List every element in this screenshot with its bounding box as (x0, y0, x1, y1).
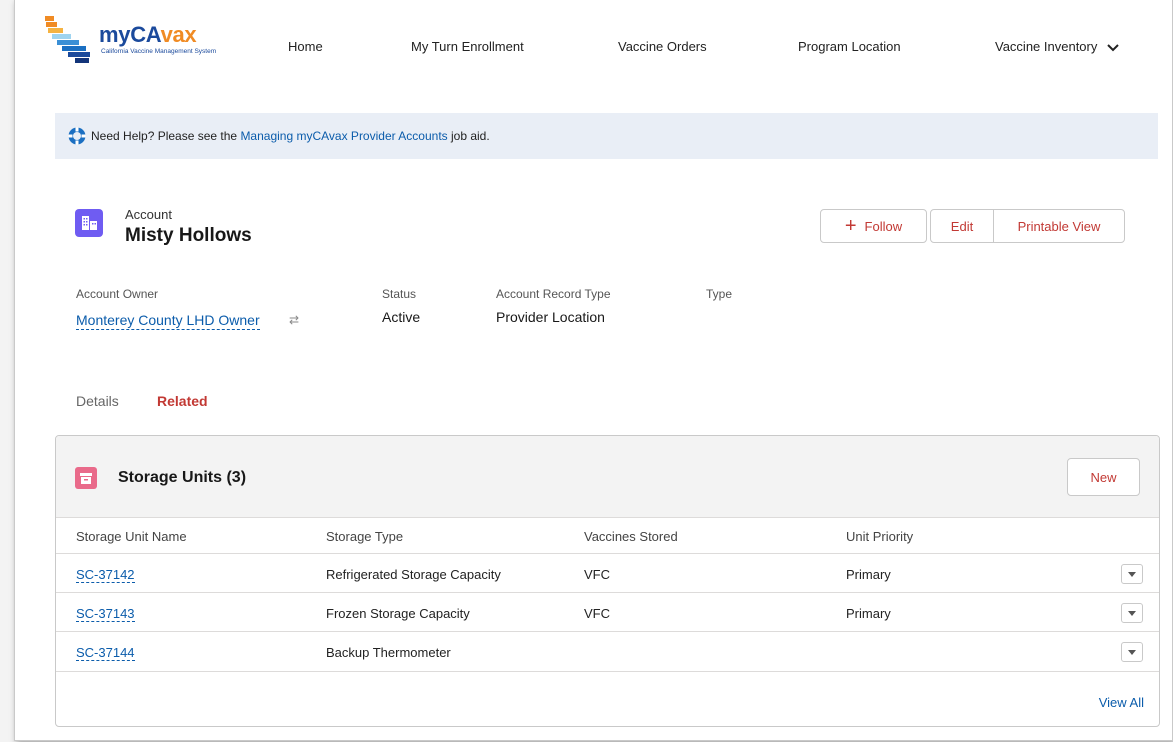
vaccines-stored-cell: VFC (584, 606, 610, 621)
vaccines-stored-cell: VFC (584, 567, 610, 582)
tab-details[interactable]: Details (76, 393, 119, 409)
storage-type-cell: Refrigerated Storage Capacity (326, 567, 501, 582)
plus-icon: + (844, 215, 857, 237)
help-text-suffix: job aid. (447, 129, 490, 143)
nav-my-turn-enrollment[interactable]: My Turn Enrollment (411, 39, 524, 54)
logo-wordmark: myCAvax (99, 22, 197, 47)
unit-priority-cell: Primary (846, 606, 891, 621)
app-window: myCAvax California Vaccine Management Sy… (14, 0, 1173, 741)
lifebuoy-icon (68, 127, 86, 145)
column-header-name[interactable]: Storage Unit Name (76, 529, 187, 544)
nav-home[interactable]: Home (288, 39, 323, 54)
unit-priority-cell: Primary (846, 567, 891, 582)
storage-unit-icon (75, 467, 97, 489)
help-text-prefix: Need Help? Please see the (91, 129, 241, 143)
storage-unit-link[interactable]: SC-37144 (76, 645, 135, 661)
type-label: Type (706, 287, 733, 301)
nav-vaccine-orders[interactable]: Vaccine Orders (618, 39, 707, 54)
storage-type-cell: Backup Thermometer (326, 645, 451, 660)
status-label: Status (382, 287, 417, 301)
caret-down-icon (1128, 571, 1136, 577)
storage-units-card: Storage Units (3) New Storage Unit Name … (55, 435, 1160, 727)
account-icon (75, 209, 103, 237)
california-logo-icon (45, 16, 90, 63)
change-owner-icon[interactable]: ⇄ (289, 313, 299, 327)
new-storage-unit-button[interactable]: New (1067, 458, 1140, 496)
table-row: SC-37144 Backup Thermometer (56, 631, 1159, 672)
logo-subtitle: California Vaccine Management System (101, 48, 217, 55)
storage-type-cell: Frozen Storage Capacity (326, 606, 470, 621)
caret-down-icon (1128, 649, 1136, 655)
storage-unit-link[interactable]: SC-37143 (76, 606, 135, 622)
row-actions-button[interactable] (1121, 603, 1143, 623)
column-header-vaccines-stored[interactable]: Vaccines Stored (584, 529, 678, 544)
view-all-link[interactable]: View All (1099, 695, 1144, 710)
record-type-field-value: Provider Location (496, 309, 605, 325)
mycavax-logo[interactable]: myCAvax California Vaccine Management Sy… (39, 14, 239, 66)
nav-program-location[interactable]: Program Location (798, 39, 901, 54)
follow-button-label: Follow (864, 218, 903, 234)
storage-units-title[interactable]: Storage Units (3) (118, 469, 246, 487)
record-type-field-label: Account Record Type (496, 287, 611, 301)
storage-units-header: Storage Units (3) New (56, 436, 1159, 518)
record-name: Misty Hollows (125, 225, 252, 246)
row-actions-button[interactable] (1121, 564, 1143, 584)
printable-view-button[interactable]: Printable View (993, 209, 1125, 243)
edit-button[interactable]: Edit (930, 209, 994, 243)
help-banner: Need Help? Please see the Managing myCAv… (55, 113, 1158, 159)
table-row: SC-37142 Refrigerated Storage Capacity V… (56, 553, 1159, 593)
owner-label: Account Owner (76, 287, 159, 301)
help-job-aid-link[interactable]: Managing myCAvax Provider Accounts (240, 129, 447, 143)
tab-related[interactable]: Related (157, 393, 208, 409)
storage-unit-link[interactable]: SC-37142 (76, 567, 135, 583)
chevron-down-icon (1107, 43, 1119, 51)
status-value: Active (382, 309, 421, 325)
table-row: SC-37143 Frozen Storage Capacity VFC Pri… (56, 592, 1159, 632)
caret-down-icon (1128, 610, 1136, 616)
column-header-unit-priority[interactable]: Unit Priority (846, 529, 913, 544)
column-header-storage-type[interactable]: Storage Type (326, 529, 403, 544)
nav-vaccine-inventory-label: Vaccine Inventory (995, 39, 1098, 54)
follow-button[interactable]: + Follow (820, 209, 927, 243)
record-type-label: Account (125, 207, 172, 222)
owner-link[interactable]: Monterey County LHD Owner (76, 312, 260, 330)
row-actions-button[interactable] (1121, 642, 1143, 662)
nav-vaccine-inventory[interactable]: Vaccine Inventory (995, 39, 1119, 54)
